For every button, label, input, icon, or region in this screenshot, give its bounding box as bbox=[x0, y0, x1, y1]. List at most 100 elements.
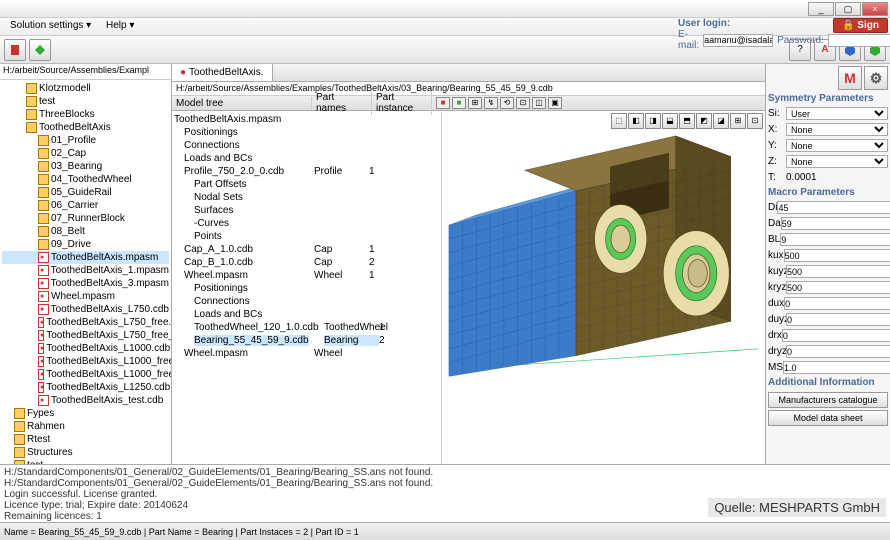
model-tree-row[interactable]: Cap_A_1.0.cdbCap1 bbox=[174, 243, 439, 256]
tree-item[interactable]: ToothedBeltAxis_L750_free.cdb bbox=[2, 316, 169, 329]
tree-item[interactable]: 09_Drive bbox=[2, 238, 169, 251]
vt-3[interactable]: ⊞ bbox=[468, 97, 482, 109]
model-tree-row[interactable]: Nodal Sets bbox=[174, 191, 439, 204]
sym-select[interactable]: None bbox=[786, 123, 888, 136]
m-logo-button[interactable]: M bbox=[838, 66, 862, 90]
macro-input[interactable] bbox=[786, 313, 890, 326]
tree-item[interactable]: 01_Profile bbox=[2, 134, 169, 147]
model-tree-row[interactable]: ToothedWheel_120_1.0.cdbToothedWheel1 bbox=[174, 321, 439, 334]
tree-item[interactable]: Wheel.mpasm bbox=[2, 290, 169, 303]
tree-item[interactable]: 02_Cap bbox=[2, 147, 169, 160]
tree-item[interactable]: test bbox=[2, 459, 169, 464]
tree-item[interactable]: ToothedBeltAxis_3.mpasm bbox=[2, 277, 169, 290]
model-tree-row[interactable]: Connections bbox=[174, 139, 439, 152]
email-field[interactable] bbox=[703, 34, 773, 47]
minimize-button[interactable]: _ bbox=[808, 2, 834, 16]
menu-help[interactable]: Help ▾ bbox=[100, 18, 140, 33]
vp-6[interactable]: ◩ bbox=[696, 113, 712, 129]
vp-9[interactable]: ⊡ bbox=[747, 113, 763, 129]
file-tree[interactable]: KlotzmodelltestThreeBlocksToothedBeltAxi… bbox=[0, 80, 171, 464]
tree-item[interactable]: 08_Belt bbox=[2, 225, 169, 238]
menu-solution-settings[interactable]: Solution settings ▾ bbox=[4, 18, 97, 33]
model-tree-row[interactable]: Part Offsets bbox=[174, 178, 439, 191]
tree-item[interactable]: ToothedBeltAxis_L750.cdb bbox=[2, 303, 169, 316]
tree-item[interactable]: ToothedBeltAxis_1.mpasm bbox=[2, 264, 169, 277]
macro-input[interactable] bbox=[782, 329, 890, 342]
tree-item[interactable]: 07_RunnerBlock bbox=[2, 212, 169, 225]
vt-8[interactable]: ▣ bbox=[548, 97, 562, 109]
sym-select[interactable]: User bbox=[786, 107, 888, 120]
vt-7[interactable]: ◫ bbox=[532, 97, 546, 109]
vp-3[interactable]: ◨ bbox=[645, 113, 661, 129]
manufacturers-catalogue-button[interactable]: Manufacturers catalogue bbox=[768, 392, 888, 408]
model-tree[interactable]: ToothedBeltAxis.mpasmPositioningsConnect… bbox=[172, 111, 442, 464]
model-tree-row[interactable]: Bearing_55_45_59_9.cdbBearing2 bbox=[174, 334, 439, 347]
model-tree-row[interactable]: ToothedBeltAxis.mpasm bbox=[174, 113, 439, 126]
vp-8[interactable]: ⊞ bbox=[730, 113, 746, 129]
tree-item[interactable]: test bbox=[2, 95, 169, 108]
tree-item[interactable]: ToothedBeltAxis_test.cdb bbox=[2, 394, 169, 407]
tree-item[interactable]: Rtest bbox=[2, 433, 169, 446]
vt-6[interactable]: ⊡ bbox=[516, 97, 530, 109]
macro-input[interactable] bbox=[786, 345, 890, 358]
close-button[interactable]: × bbox=[862, 2, 888, 16]
macro-input[interactable] bbox=[784, 297, 890, 310]
macro-input[interactable] bbox=[777, 201, 890, 214]
vp-4[interactable]: ⬓ bbox=[662, 113, 678, 129]
vt-4[interactable]: ↯ bbox=[484, 97, 498, 109]
macro-input[interactable] bbox=[784, 249, 890, 262]
model-tree-row[interactable]: Wheel.mpasmWheel bbox=[174, 347, 439, 360]
tree-item[interactable]: Fypes bbox=[2, 407, 169, 420]
model-tree-row[interactable]: Positionings bbox=[174, 282, 439, 295]
tree-item[interactable]: ToothedBeltAxis_L750_free_Rw.cdb bbox=[2, 329, 169, 342]
model-tree-row[interactable]: Positionings bbox=[174, 126, 439, 139]
macro-input[interactable] bbox=[786, 265, 890, 278]
macro-input[interactable] bbox=[783, 361, 890, 374]
model-tree-row[interactable]: Loads and BCs bbox=[174, 308, 439, 321]
tool-red-icon[interactable] bbox=[4, 39, 26, 61]
settings-icon[interactable]: ⚙ bbox=[864, 66, 888, 90]
vp-5[interactable]: ⬒ bbox=[679, 113, 695, 129]
path-bar[interactable]: H:/arbeit/Source/Assemblies/Exampl bbox=[0, 64, 171, 80]
viewport-3d[interactable]: ⬚ ◧ ◨ ⬓ ⬒ ◩ ◪ ⊞ ⊡ bbox=[442, 111, 765, 464]
tree-item[interactable]: ToothedBeltAxis bbox=[2, 121, 169, 134]
macro-input[interactable] bbox=[786, 281, 890, 294]
tree-item[interactable]: ToothedBeltAxis_L1000_free.cdb bbox=[2, 355, 169, 368]
macro-input[interactable] bbox=[781, 217, 890, 230]
vp-1[interactable]: ⬚ bbox=[611, 113, 627, 129]
model-tree-row[interactable]: Wheel.mpasmWheel1 bbox=[174, 269, 439, 282]
vt-2[interactable]: ■ bbox=[452, 97, 466, 109]
tree-item[interactable]: ToothedBeltAxis_L1250.cdb bbox=[2, 381, 169, 394]
tree-item[interactable]: Rahmen bbox=[2, 420, 169, 433]
sym-select[interactable]: None bbox=[786, 139, 888, 152]
model-tree-row[interactable]: Loads and BCs bbox=[174, 152, 439, 165]
tab-toothedbeltaxis[interactable]: ● ToothedBeltAxis. bbox=[172, 64, 273, 81]
model-tree-row[interactable]: Surfaces bbox=[174, 204, 439, 217]
vt-5[interactable]: ⟲ bbox=[500, 97, 514, 109]
tree-item[interactable]: ThreeBlocks bbox=[2, 108, 169, 121]
tree-item-label: 04_ToothedWheel bbox=[51, 174, 132, 185]
tree-item[interactable]: Klotzmodell bbox=[2, 82, 169, 95]
model-tree-row[interactable]: Connections bbox=[174, 295, 439, 308]
tree-item[interactable]: ToothedBeltAxis.mpasm bbox=[2, 251, 169, 264]
tree-item[interactable]: ToothedBeltAxis_L1000_free_Rw.cdb bbox=[2, 368, 169, 381]
vt-1[interactable]: ■ bbox=[436, 97, 450, 109]
tree-item[interactable]: ToothedBeltAxis_L1000.cdb bbox=[2, 342, 169, 355]
vp-2[interactable]: ◧ bbox=[628, 113, 644, 129]
tree-item[interactable]: 04_ToothedWheel bbox=[2, 173, 169, 186]
model-tree-row[interactable]: Points bbox=[174, 230, 439, 243]
model-tree-row[interactable]: Cap_B_1.0.cdbCap2 bbox=[174, 256, 439, 269]
model-tree-row[interactable]: Profile_750_2.0_0.cdbProfile1 bbox=[174, 165, 439, 178]
tree-item[interactable]: 05_GuideRail bbox=[2, 186, 169, 199]
maximize-button[interactable]: ▢ bbox=[835, 2, 861, 16]
model-tree-row[interactable]: -Curves bbox=[174, 217, 439, 230]
tree-item[interactable]: 03_Bearing bbox=[2, 160, 169, 173]
model-data-sheet-button[interactable]: Model data sheet bbox=[768, 410, 888, 426]
signout-button[interactable]: 🔒 Sign out bbox=[833, 18, 888, 33]
macro-input[interactable] bbox=[780, 233, 890, 246]
tree-item[interactable]: 06_Carrier bbox=[2, 199, 169, 212]
tool-green-icon[interactable] bbox=[29, 39, 51, 61]
tree-item[interactable]: Structures bbox=[2, 446, 169, 459]
sym-select[interactable]: None bbox=[786, 155, 888, 168]
vp-7[interactable]: ◪ bbox=[713, 113, 729, 129]
